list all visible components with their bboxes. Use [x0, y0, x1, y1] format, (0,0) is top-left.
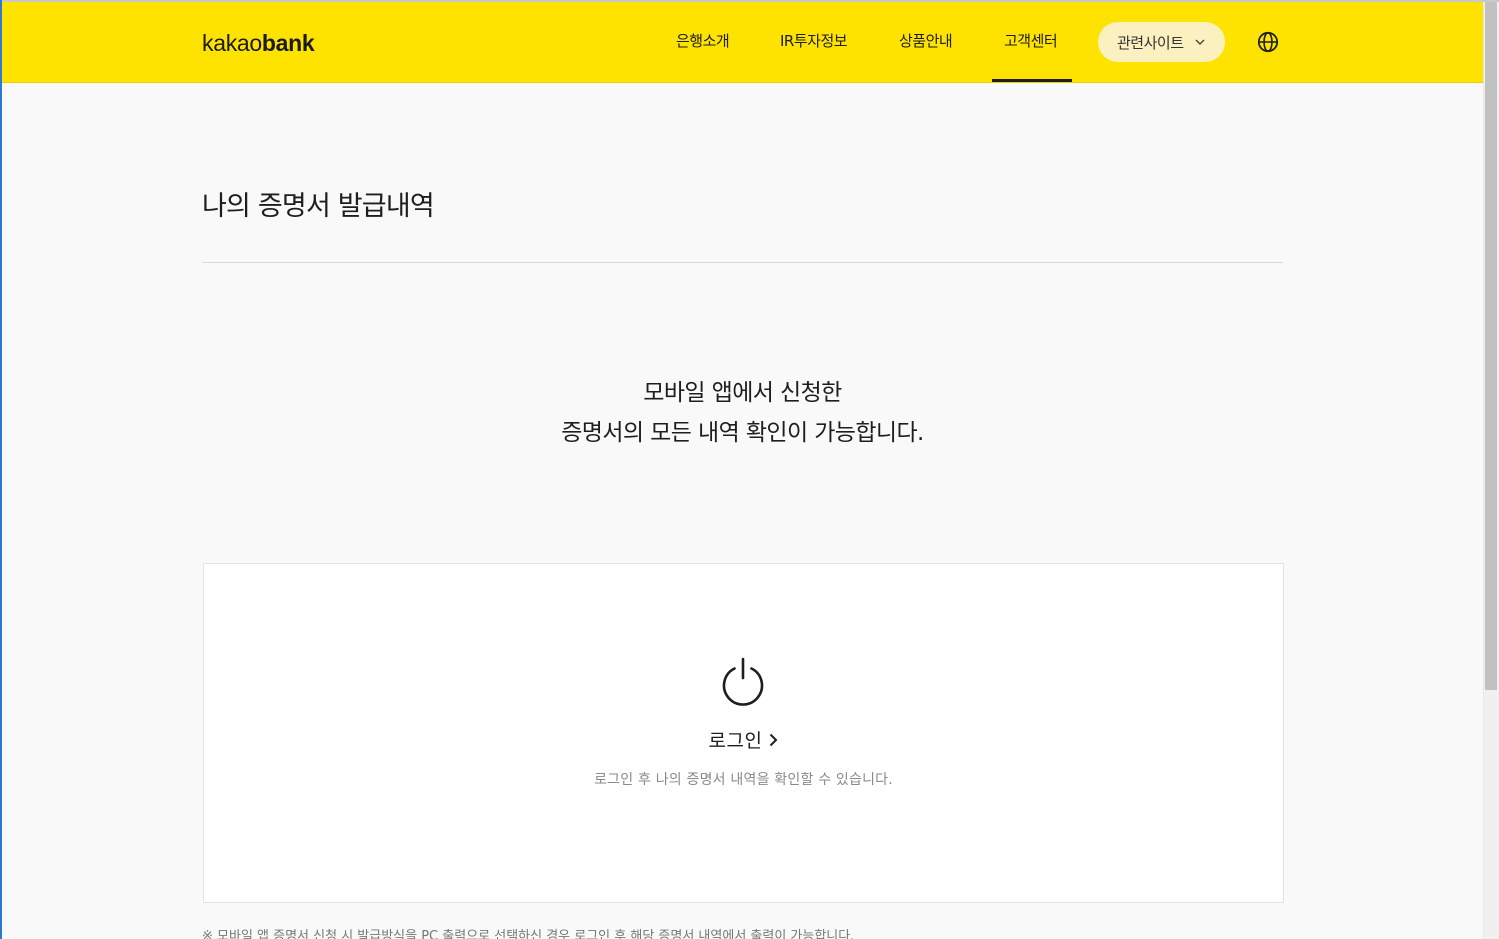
related-sites-label: 관련사이트: [1117, 33, 1184, 52]
nav-item-products[interactable]: 상품안내: [899, 31, 953, 51]
power-icon: [722, 657, 764, 706]
intro-line-2: 증명서의 모든 내역 확인이 가능합니다.: [561, 420, 924, 446]
nav-item-bank-intro[interactable]: 은행소개: [676, 31, 730, 51]
page-title: 나의 증명서 발급내역: [202, 191, 435, 222]
logo-text-bold: bank: [261, 30, 315, 56]
kakaobank-logo[interactable]: kakaobank: [202, 30, 315, 56]
pc-print-notice: ※ 모바일 앱 증명서 신청 시 발급방식을 PC 출력으로 선택하신 경우 로…: [202, 929, 855, 939]
login-link[interactable]: 로그인: [204, 728, 1283, 754]
login-card: 로그인 로그인 후 나의 증명서 내역을 확인할 수 있습니다.: [203, 563, 1284, 903]
chevron-down-icon: [1195, 39, 1205, 45]
intro-line-1: 모바일 앱에서 신청한: [643, 380, 842, 406]
related-sites-button[interactable]: 관련사이트: [1098, 22, 1225, 62]
nav-active-indicator: [992, 79, 1072, 82]
chevron-right-icon: [770, 733, 778, 747]
intro-text: 모바일 앱에서 신청한 증명서의 모든 내역 확인이 가능합니다.: [202, 373, 1283, 453]
site-header: kakaobank 은행소개 IR투자정보 상품안내 고객센터 관련사이트: [2, 2, 1483, 83]
title-divider: [202, 262, 1283, 263]
browser-viewport: kakaobank 은행소개 IR투자정보 상품안내 고객센터 관련사이트 나의…: [0, 0, 1499, 939]
login-description: 로그인 후 나의 증명서 내역을 확인할 수 있습니다.: [594, 772, 893, 788]
window-left-border: [0, 0, 2, 939]
nav-item-customer-center[interactable]: 고객센터: [1004, 31, 1058, 51]
vertical-scrollbar-thumb[interactable]: [1485, 2, 1497, 690]
nav-item-ir-info[interactable]: IR투자정보: [780, 31, 848, 51]
logo-text-light: kakao: [202, 30, 262, 56]
globe-icon[interactable]: [1257, 31, 1279, 53]
login-label: 로그인: [708, 730, 763, 752]
